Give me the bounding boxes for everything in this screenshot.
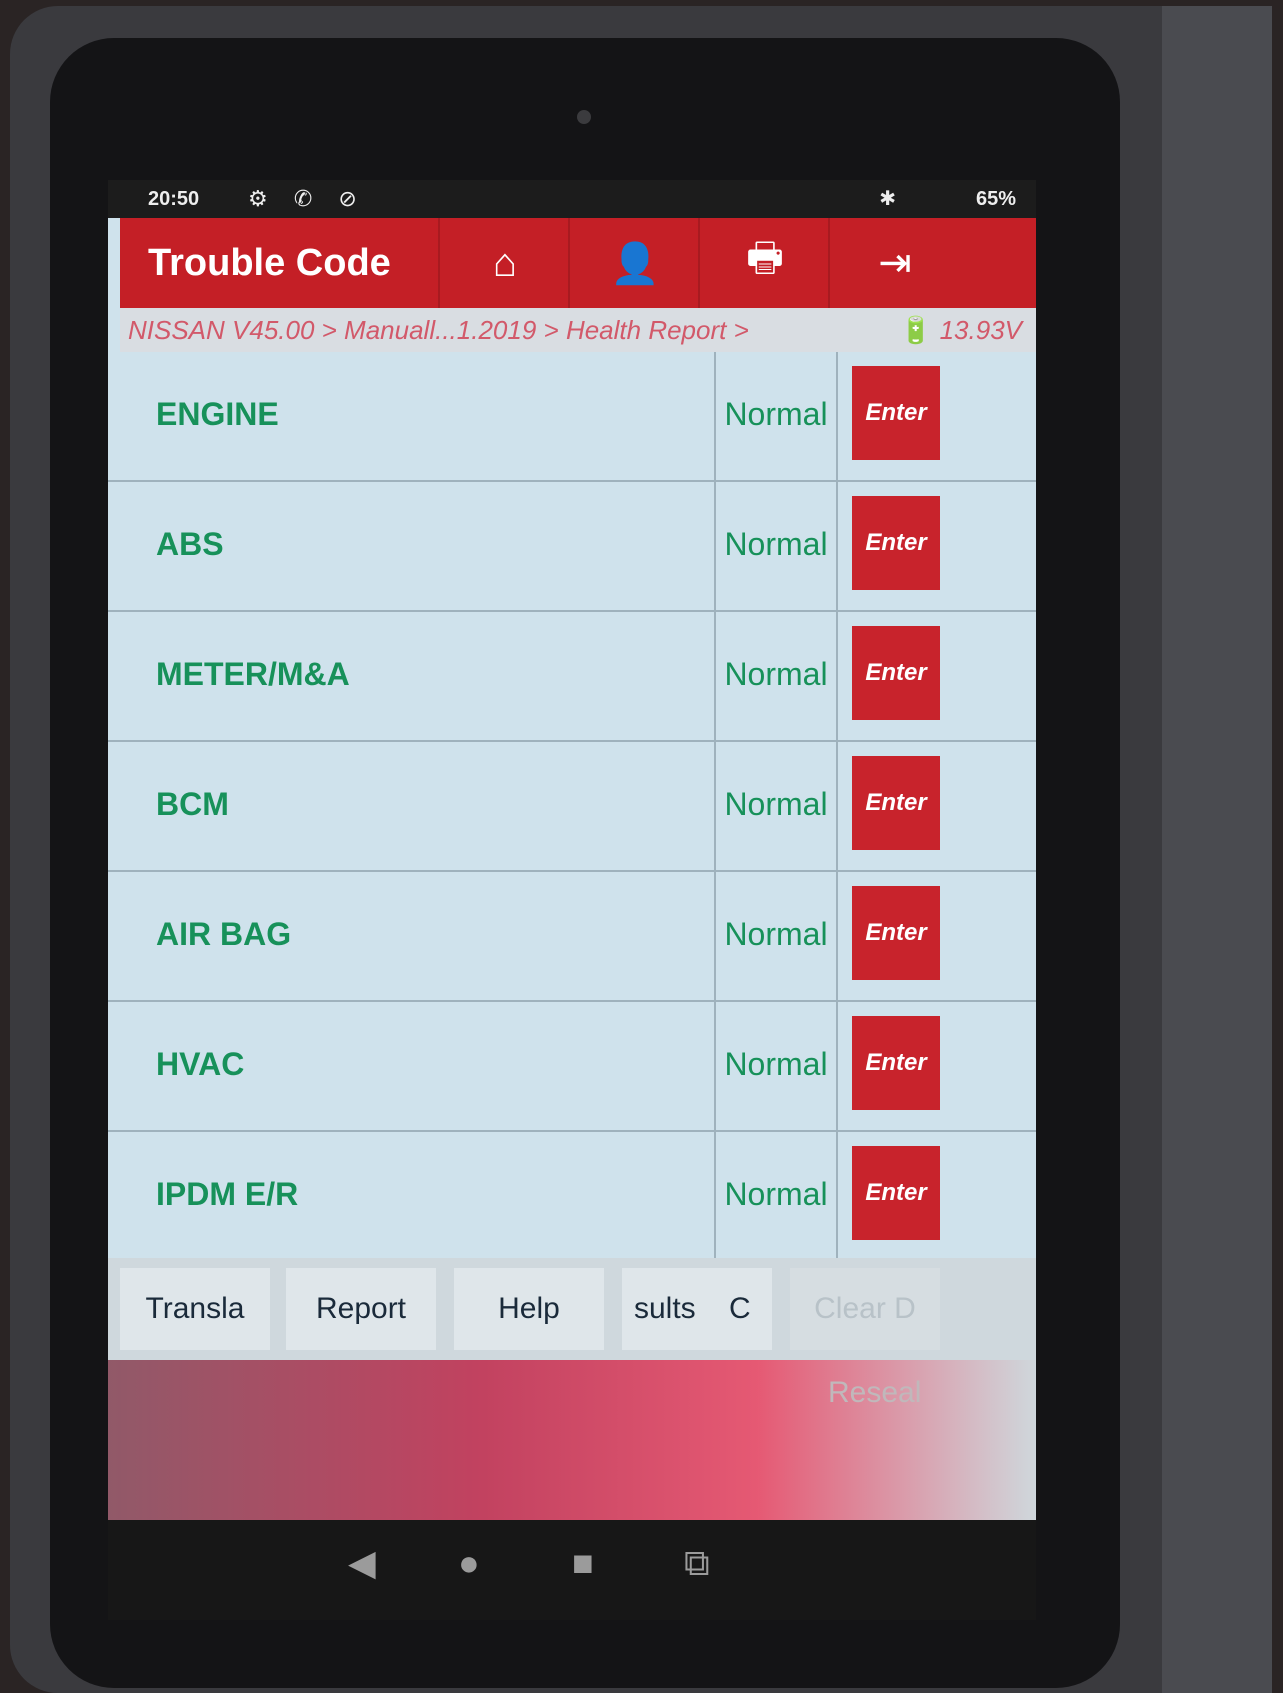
back-icon[interactable]: ◀ <box>348 1542 376 1584</box>
user-button[interactable]: 👤 <box>568 218 700 308</box>
bottom-toolbar: Transla Report Help sults C Clear D <box>108 1258 1036 1360</box>
exit-button[interactable]: ⇥ <box>828 218 960 308</box>
device-side <box>1162 6 1272 1693</box>
divider <box>714 1002 716 1130</box>
system-status: Normal <box>724 396 828 432</box>
system-status: Normal <box>724 1046 828 1082</box>
enter-button[interactable]: Enter <box>852 366 940 460</box>
exit-icon: ⇥ <box>878 241 912 285</box>
divider <box>714 352 716 480</box>
enter-button[interactable]: Enter <box>852 1016 940 1110</box>
report-button[interactable]: Report <box>286 1268 436 1350</box>
translate-button[interactable]: Transla <box>120 1268 270 1350</box>
camera-icon <box>577 110 591 124</box>
system-status: Normal <box>724 916 828 952</box>
divider <box>714 872 716 1000</box>
enter-button[interactable]: Enter <box>852 496 940 590</box>
page-title: Trouble Code <box>148 242 391 284</box>
list-item: BCM Normal Enter <box>108 742 1036 872</box>
recents-icon[interactable]: ■ <box>572 1542 594 1584</box>
reseal-button[interactable]: Reseal <box>828 1376 921 1410</box>
screen: 20:50 ⚙ ✆ ⊘ ✱ 65% Trouble Code ⌂ 👤 🖶 ⇥ N… <box>108 180 1036 1620</box>
home-button[interactable]: ⌂ <box>438 218 570 308</box>
user-icon: 👤 <box>610 241 660 286</box>
divider <box>836 1002 838 1130</box>
help-button[interactable]: Help <box>454 1268 604 1350</box>
divider <box>836 612 838 740</box>
list-item: ABS Normal Enter <box>108 482 1036 612</box>
battery-level: 65% <box>975 188 1016 210</box>
system-name: BCM <box>156 786 229 822</box>
list-item: ENGINE Normal Enter <box>108 352 1036 482</box>
results-label: sults <box>634 1292 696 1325</box>
notification-icons: ⚙ ✆ ⊘ <box>248 186 367 211</box>
voltage-readout: 13.93V <box>939 315 1022 345</box>
clear-dtc-button[interactable]: Clear D <box>790 1268 940 1350</box>
title-bar: Trouble Code ⌂ 👤 🖶 ⇥ <box>120 218 1036 308</box>
divider <box>836 352 838 480</box>
enter-button[interactable]: Enter <box>852 626 940 720</box>
android-nav-bar: ◀ ● ■ ⧉ <box>108 1520 1036 1620</box>
status-bar: 20:50 ⚙ ✆ ⊘ ✱ 65% <box>108 180 1036 218</box>
screenshot-icon[interactable]: ⧉ <box>684 1542 710 1585</box>
system-list: ENGINE Normal Enter ABS Normal Enter MET… <box>108 352 1036 1262</box>
car-battery-icon: 🔋 <box>899 315 932 345</box>
status-time: 20:50 <box>148 188 200 210</box>
system-name: AIR BAG <box>156 916 292 952</box>
divider <box>836 742 838 870</box>
enter-button[interactable]: Enter <box>852 1146 940 1240</box>
home-icon: ⌂ <box>492 240 518 285</box>
system-status: Normal <box>724 786 828 822</box>
print-button[interactable]: 🖶 <box>698 218 830 308</box>
divider <box>836 482 838 610</box>
results-button[interactable]: sults C <box>622 1268 772 1350</box>
list-item: IPDM E/R Normal Enter <box>108 1132 1036 1262</box>
divider <box>714 482 716 610</box>
system-status: Normal <box>724 1176 828 1212</box>
breadcrumb-path: NISSAN V45.00 > Manuall...1.2019 > Healt… <box>128 315 749 345</box>
list-item: METER/M&A Normal Enter <box>108 612 1036 742</box>
divider <box>836 1132 838 1260</box>
home-nav-icon[interactable]: ● <box>458 1542 480 1584</box>
system-status: Normal <box>724 526 828 562</box>
divider <box>714 742 716 870</box>
divider <box>714 612 716 740</box>
system-status: Normal <box>724 656 828 692</box>
print-icon: 🖶 <box>746 236 784 280</box>
enter-button[interactable]: Enter <box>852 886 940 980</box>
divider <box>714 1132 716 1260</box>
system-name: IPDM E/R <box>156 1176 299 1212</box>
breadcrumb: NISSAN V45.00 > Manuall...1.2019 > Healt… <box>120 308 1036 352</box>
system-name: HVAC <box>156 1046 245 1082</box>
clear-label-partial: C <box>729 1292 751 1325</box>
system-name: METER/M&A <box>156 656 350 692</box>
system-name: ABS <box>156 526 224 562</box>
bluetooth-icon: ✱ <box>879 188 896 210</box>
list-item: AIR BAG Normal Enter <box>108 872 1036 1002</box>
divider <box>836 872 838 1000</box>
list-item: HVAC Normal Enter <box>108 1002 1036 1132</box>
system-name: ENGINE <box>156 396 279 432</box>
enter-button[interactable]: Enter <box>852 756 940 850</box>
